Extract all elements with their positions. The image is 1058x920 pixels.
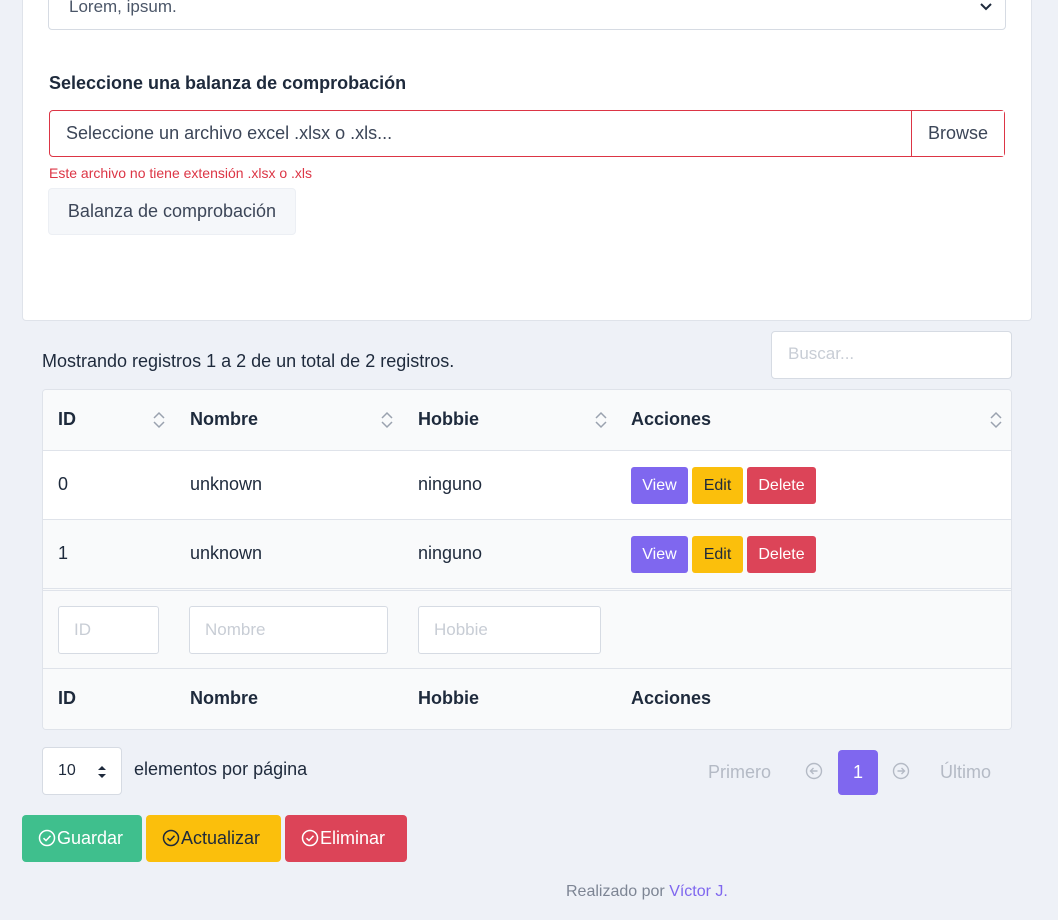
table-row: 0 unknown ninguno View Edit Delete — [43, 451, 1011, 520]
filter-nombre-input[interactable] — [205, 620, 383, 640]
table-footer: ID Nombre Hobbie Acciones — [43, 669, 1011, 729]
data-table: ID Nombre Hobbie Acciones 0 unknown ning… — [42, 389, 1012, 730]
sort-icon[interactable] — [379, 410, 395, 430]
check-circle-icon — [38, 829, 56, 847]
sort-icon[interactable] — [593, 410, 609, 430]
footer-header-acciones: Acciones — [631, 688, 712, 708]
arrow-left-circle-icon[interactable] — [805, 762, 823, 780]
records-info: Mostrando registros 1 a 2 de un total de… — [42, 351, 455, 371]
view-button[interactable]: View — [631, 467, 688, 504]
balanza-button[interactable]: Balanza de comprobación — [48, 188, 296, 235]
footer-prefix: Realizado por — [566, 883, 665, 900]
pagination-first[interactable]: Primero — [708, 762, 771, 783]
table-header: ID Nombre Hobbie Acciones — [43, 390, 1011, 451]
cell-id: 1 — [58, 543, 69, 563]
per-page-label: elementos por página — [134, 759, 308, 779]
arrow-right-circle-icon[interactable] — [892, 762, 910, 780]
footer-header-hobbie: Hobbie — [418, 688, 479, 708]
delete-button[interactable]: Delete — [747, 536, 816, 573]
chevron-down-icon — [980, 3, 992, 11]
header-id[interactable]: ID — [58, 409, 76, 430]
dropdown-value: Lorem, ipsum. — [69, 0, 177, 16]
update-label: Actualizar — [181, 828, 261, 848]
edit-button[interactable]: Edit — [692, 536, 743, 573]
edit-button[interactable]: Edit — [692, 467, 743, 504]
filter-id-input[interactable] — [74, 620, 164, 640]
header-hobbie[interactable]: Hobbie — [418, 409, 479, 430]
cell-nombre: unknown — [190, 543, 263, 563]
save-button[interactable]: Guardar — [22, 815, 142, 862]
delete-all-button[interactable]: Eliminar — [285, 815, 407, 862]
search-input[interactable] — [788, 344, 988, 364]
file-placeholder: Seleccione un archivo excel .xlsx o .xls… — [66, 123, 393, 143]
caret-updown-icon — [98, 766, 106, 778]
view-button[interactable]: View — [631, 536, 688, 573]
footer-credit: Realizado por Víctor J. — [566, 883, 728, 901]
table-row: 1 unknown ninguno View Edit Delete — [43, 520, 1011, 589]
pagination-last[interactable]: Último — [940, 762, 991, 783]
delete-button[interactable]: Delete — [747, 467, 816, 504]
cell-id: 0 — [58, 474, 69, 494]
filter-row — [43, 590, 1011, 669]
file-input[interactable]: Seleccione un archivo excel .xlsx o .xls… — [49, 110, 1005, 157]
cell-hobbie: ninguno — [418, 543, 483, 563]
browse-button[interactable]: Browse — [911, 111, 1004, 156]
author-link[interactable]: Víctor J. — [669, 883, 728, 900]
check-circle-icon — [162, 829, 180, 847]
delete-all-label: Eliminar — [320, 828, 386, 848]
form-card — [22, 0, 1032, 321]
cell-hobbie: ninguno — [418, 474, 483, 494]
file-error-message: Este archivo no tiene extensión .xlsx o … — [49, 165, 313, 181]
cell-nombre: unknown — [190, 474, 263, 494]
save-label: Guardar — [57, 828, 124, 848]
update-button[interactable]: Actualizar — [146, 815, 281, 862]
footer-header-nombre: Nombre — [190, 688, 259, 708]
file-label: Seleccione una balanza de comprobación — [49, 73, 407, 93]
filter-hobbie-input[interactable] — [434, 620, 597, 640]
check-circle-icon — [301, 829, 319, 847]
footer-header-id: ID — [58, 688, 76, 708]
filter-id-field[interactable] — [58, 606, 164, 654]
sort-icon[interactable] — [151, 410, 167, 430]
dropdown-select[interactable]: Lorem, ipsum. — [48, 0, 1006, 30]
filter-nombre-field[interactable] — [189, 606, 388, 654]
per-page-value: 10 — [58, 762, 76, 779]
header-acciones[interactable]: Acciones — [631, 409, 711, 430]
search-field[interactable] — [771, 331, 1012, 379]
per-page-select[interactable]: 10 — [42, 747, 122, 795]
pagination-current-page[interactable]: 1 — [838, 750, 878, 795]
sort-icon[interactable] — [988, 410, 1004, 430]
filter-hobbie-field[interactable] — [418, 606, 601, 654]
header-nombre[interactable]: Nombre — [190, 409, 258, 430]
